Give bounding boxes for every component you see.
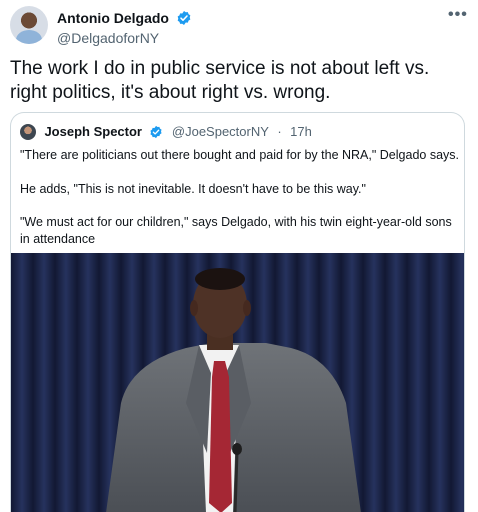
author-handle[interactable]: @DelgadoforNY <box>57 30 192 46</box>
author-block: Antonio Delgado @DelgadoforNY <box>57 9 192 46</box>
quoted-author-avatar <box>20 123 36 140</box>
separator-dot: · <box>277 124 282 140</box>
quoted-author-handle: @JoeSpectorNY <box>171 124 269 140</box>
tweet: Antonio Delgado @DelgadoforNY ••• The wo… <box>0 0 478 512</box>
quoted-tweet[interactable]: Joseph Spector @JoeSpectorNY · 17h "Ther… <box>10 112 465 512</box>
quoted-author-name: Joseph Spector <box>44 124 142 140</box>
quoted-paragraph: "There are politicians out there bought … <box>20 148 459 162</box>
quoted-paragraph: "We must act for our children," says Del… <box>20 215 452 246</box>
quoted-timestamp: 17h <box>290 124 312 140</box>
speaker-tie <box>209 361 232 512</box>
quoted-tweet-header: Joseph Spector @JoeSpectorNY · 17h <box>20 123 312 141</box>
more-horizontal-icon[interactable]: ••• <box>448 6 468 24</box>
author-avatar[interactable] <box>10 6 48 44</box>
quoted-paragraph: He adds, "This is not inevitable. It doe… <box>20 182 366 196</box>
author-name[interactable]: Antonio Delgado <box>57 10 169 26</box>
verified-badge-icon <box>150 125 162 138</box>
tweet-text: The work I do in public service is not a… <box>10 58 430 103</box>
quoted-video-thumbnail[interactable] <box>11 253 464 512</box>
verified-badge-icon <box>178 10 191 25</box>
press-conference-image <box>11 253 464 512</box>
